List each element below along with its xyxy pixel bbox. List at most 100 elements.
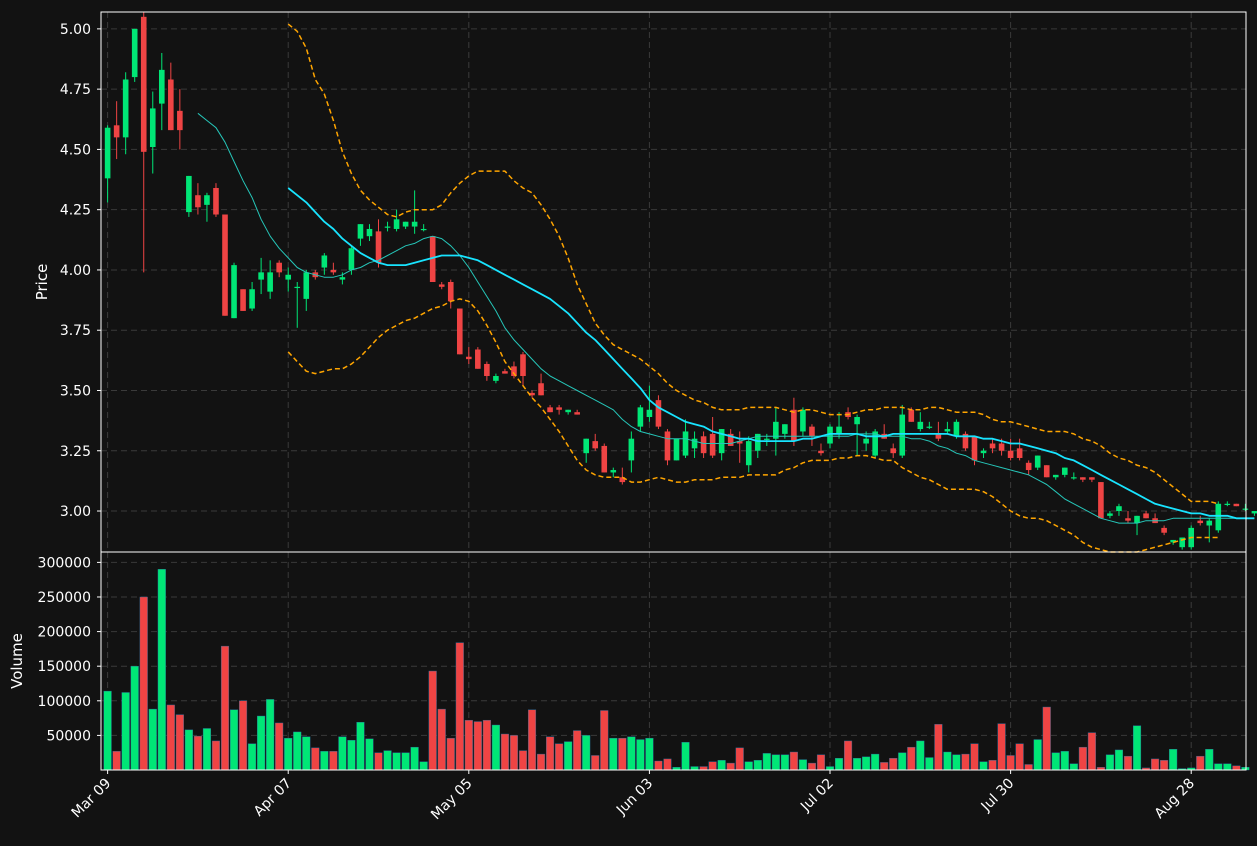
volume-bar xyxy=(284,737,293,771)
candle-body xyxy=(475,349,481,369)
volume-bar xyxy=(410,746,419,771)
volume-bar xyxy=(320,751,329,771)
volume-bar xyxy=(329,751,338,771)
candle-body xyxy=(745,441,752,466)
candle-body xyxy=(249,289,255,309)
volume-axis-title: Volume xyxy=(8,633,26,689)
volume-bar xyxy=(663,758,672,771)
volume-bar xyxy=(1033,739,1042,771)
volume-bar xyxy=(952,754,961,771)
candle-body xyxy=(998,443,1005,451)
candle-body xyxy=(800,409,806,432)
candle-body xyxy=(1197,520,1204,524)
volume-bar xyxy=(211,740,221,771)
candle-body xyxy=(240,289,246,311)
volume-bar xyxy=(600,710,609,771)
volume-bar xyxy=(636,739,645,771)
volume-bar xyxy=(988,760,997,771)
candle-body xyxy=(1007,450,1014,458)
candle-body xyxy=(664,431,671,461)
volume-bar xyxy=(780,754,789,771)
volume-bar xyxy=(464,719,473,771)
volume-bar xyxy=(943,751,952,771)
volume-bar xyxy=(1232,765,1241,771)
volume-bar xyxy=(518,750,528,771)
candle-body xyxy=(1016,448,1023,458)
candle-body xyxy=(836,426,842,434)
volume-bar xyxy=(374,752,383,771)
candle-body xyxy=(989,443,996,449)
price-ytick-label: 4.50 xyxy=(60,142,91,158)
candle-body xyxy=(782,424,788,434)
volume-bar xyxy=(1069,763,1078,771)
candle-body xyxy=(944,429,951,432)
volume-bar xyxy=(338,736,347,771)
volume-bar xyxy=(139,596,148,771)
volume-bar xyxy=(871,753,880,771)
candle-body xyxy=(1215,503,1222,531)
candle-body xyxy=(574,412,580,415)
candle-body xyxy=(140,16,147,152)
candle-body xyxy=(438,284,445,287)
price-axis-title: Price xyxy=(33,264,51,301)
candle-body xyxy=(447,282,454,302)
volume-bar xyxy=(835,758,844,771)
candle-body xyxy=(863,438,869,444)
price-ytick-label: 4.00 xyxy=(60,263,91,279)
candle-body xyxy=(646,409,653,417)
candle-body xyxy=(294,286,301,289)
volume-bar xyxy=(889,758,898,771)
candle-body xyxy=(1080,477,1086,480)
candle-body xyxy=(420,228,427,231)
volume-bar xyxy=(437,708,446,771)
candle-body xyxy=(917,421,924,430)
volume-ytick-label: 200000 xyxy=(38,625,91,641)
candle-body xyxy=(204,195,210,205)
volume-ytick-label: 100000 xyxy=(38,694,91,710)
volume-bar xyxy=(383,750,392,771)
candle-body xyxy=(158,69,165,104)
price-ytick-label: 3.00 xyxy=(60,504,91,520)
volume-bar xyxy=(1151,758,1160,771)
volume-ytick-label: 250000 xyxy=(38,590,91,606)
candle-body xyxy=(276,262,282,273)
chart-background xyxy=(0,0,1257,842)
candle-body xyxy=(1206,520,1213,526)
candle-body xyxy=(610,470,617,473)
volume-bar xyxy=(753,760,762,771)
candle-body xyxy=(809,426,815,437)
volume-bar xyxy=(1223,763,1232,771)
candle-body xyxy=(131,28,138,78)
volume-bar xyxy=(1105,754,1114,771)
volume-bar xyxy=(311,747,320,771)
candle-body xyxy=(655,400,662,427)
candle-body xyxy=(484,363,490,377)
candle-body xyxy=(764,438,770,440)
volume-bar xyxy=(555,743,564,771)
candle-body xyxy=(1233,503,1240,507)
candle-body xyxy=(872,431,878,456)
volume-bar xyxy=(591,755,600,771)
volume-bar xyxy=(121,692,130,771)
volume-bar xyxy=(735,747,744,771)
price-ytick-label: 3.75 xyxy=(60,323,91,339)
candle-body xyxy=(339,277,346,280)
volume-bar xyxy=(509,735,518,771)
candle-body xyxy=(222,214,228,316)
volume-bar xyxy=(446,737,455,771)
candle-body xyxy=(592,441,599,449)
candle-body xyxy=(1098,482,1104,519)
volume-ytick-label: 150000 xyxy=(38,659,91,675)
candle-body xyxy=(303,272,310,299)
candle-body xyxy=(177,110,183,131)
volume-bar xyxy=(347,740,356,771)
volume-bar xyxy=(762,753,771,771)
candle-body xyxy=(1043,465,1050,478)
price-ytick-label: 4.25 xyxy=(60,203,91,219)
volume-bar xyxy=(627,736,636,771)
candle-body xyxy=(971,436,978,461)
volume-bar xyxy=(130,665,139,771)
volume-bar xyxy=(401,752,410,771)
price-ytick-label: 3.25 xyxy=(60,444,91,460)
volume-bar xyxy=(807,762,816,771)
